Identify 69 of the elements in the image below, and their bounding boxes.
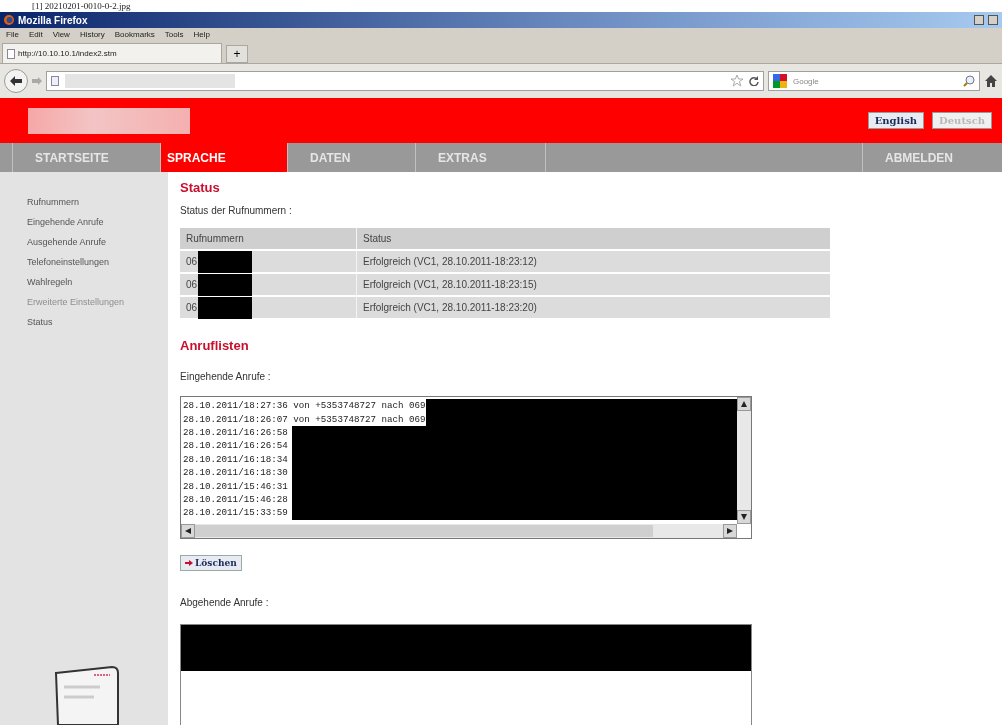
incoming-calls-list[interactable] xyxy=(180,396,752,539)
menu-item[interactable]: File xyxy=(6,30,19,39)
field-label: Eingehende Anrufe : xyxy=(180,371,272,382)
maximize-button[interactable] xyxy=(988,15,998,25)
firefox-logo-icon xyxy=(4,15,14,25)
menu-item[interactable]: History xyxy=(79,30,105,39)
window-title: Mozilla Firefox xyxy=(18,14,88,26)
sidebar-item[interactable]: Rufnummern xyxy=(27,194,168,211)
call-log-entry: 28.10.2011/16:18:34 xyxy=(183,453,288,465)
star-icon[interactable] xyxy=(731,75,743,87)
phone-number-prefix: 06 xyxy=(186,256,198,267)
redaction-block xyxy=(198,296,253,319)
address-field[interactable] xyxy=(46,71,764,91)
field-label: Abgehende Anrufe : xyxy=(180,597,270,608)
page-icon xyxy=(51,76,59,86)
call-log-entry: 28.10.2011/15:46:28 xyxy=(183,493,288,505)
menu-item[interactable]: Tools xyxy=(164,30,184,39)
call-log-entry: 28.10.2011/16:18:30 xyxy=(183,467,288,479)
home-icon[interactable] xyxy=(984,74,998,88)
back-arrow-icon xyxy=(10,76,22,86)
section-subtitle: Status der Rufnummern : xyxy=(180,205,293,216)
table-cell: Erfolgreich (VC1, 28.10.2011-18:23:12) xyxy=(356,251,830,272)
image-caption: [1] 20210201-0010-0-2.jpg xyxy=(31,0,132,12)
phone-number-prefix: 06 xyxy=(186,302,198,313)
menu-item[interactable]: Bookmarks xyxy=(114,30,155,39)
redaction-block xyxy=(198,250,253,273)
section-heading: Anruflisten xyxy=(180,338,250,353)
sidebar-item[interactable]: Wahlregeln xyxy=(27,274,168,291)
tab-title: http://10.10.10.1/index2.stm xyxy=(18,49,117,58)
call-log-entry: 28.10.2011/18:26:07 von +5353748727 nach 069 xyxy=(183,413,426,425)
delete-button[interactable]: Löschen xyxy=(180,555,242,571)
outgoing-calls-list[interactable] xyxy=(180,624,752,725)
table-cell: Erfolgreich (VC1, 28.10.2011-18:23:20) xyxy=(356,297,830,318)
sidebar-item[interactable]: Eingehende Anrufe xyxy=(27,214,168,231)
menu-item[interactable]: View xyxy=(52,30,70,39)
sidebar-item[interactable]: Telefoneinstellungen xyxy=(27,254,168,271)
menu-item[interactable]: Edit xyxy=(28,30,43,39)
sidebar-item[interactable]: Ausgehende Anrufe xyxy=(27,234,168,251)
redaction-block xyxy=(198,273,253,296)
call-log-entry: 28.10.2011/15:33:59 xyxy=(183,507,288,519)
triangle-arrow-icon[interactable] xyxy=(741,401,747,407)
column-header: Status xyxy=(356,228,830,249)
vertical-scrollbar[interactable] xyxy=(737,397,751,524)
triangle-arrow-icon[interactable] xyxy=(185,528,191,534)
table-cell: Erfolgreich (VC1, 28.10.2011-18:23:15) xyxy=(356,274,830,295)
browser-tab[interactable]: http://10.10.10.1/index2.stm xyxy=(2,43,222,63)
new-tab-button[interactable]: + xyxy=(226,45,248,63)
minimize-button[interactable] xyxy=(974,15,984,25)
section-heading: Status xyxy=(180,180,221,195)
reload-icon[interactable] xyxy=(749,76,759,86)
nav-tab[interactable]: SPRACHE xyxy=(160,143,287,172)
triangle-arrow-icon[interactable] xyxy=(741,514,747,520)
google-logo-icon xyxy=(773,74,787,88)
triangle-arrow-icon[interactable] xyxy=(727,528,733,534)
horizontal-scrollbar[interactable] xyxy=(181,524,737,538)
call-log-entry: 28.10.2011/16:26:58 xyxy=(183,426,288,438)
arrow-icon xyxy=(185,560,193,566)
call-log-entry: 28.10.2011/18:27:36 von +5353748727 nach 069 xyxy=(183,400,426,412)
sidebar-item[interactable]: Status xyxy=(27,314,168,331)
page-icon xyxy=(7,48,15,59)
search-field[interactable]: Google xyxy=(768,71,980,91)
phone-number-prefix: 06 xyxy=(186,279,198,290)
language-button[interactable]: English xyxy=(867,112,925,129)
column-header: Rufnummern xyxy=(180,228,356,249)
search-icon[interactable] xyxy=(963,75,975,87)
back-button[interactable] xyxy=(4,69,28,93)
call-log-entry: 28.10.2011/16:26:54 xyxy=(183,440,288,452)
menu-item[interactable]: Help xyxy=(193,30,210,39)
call-log-entry: 28.10.2011/15:46:31 xyxy=(183,480,288,492)
